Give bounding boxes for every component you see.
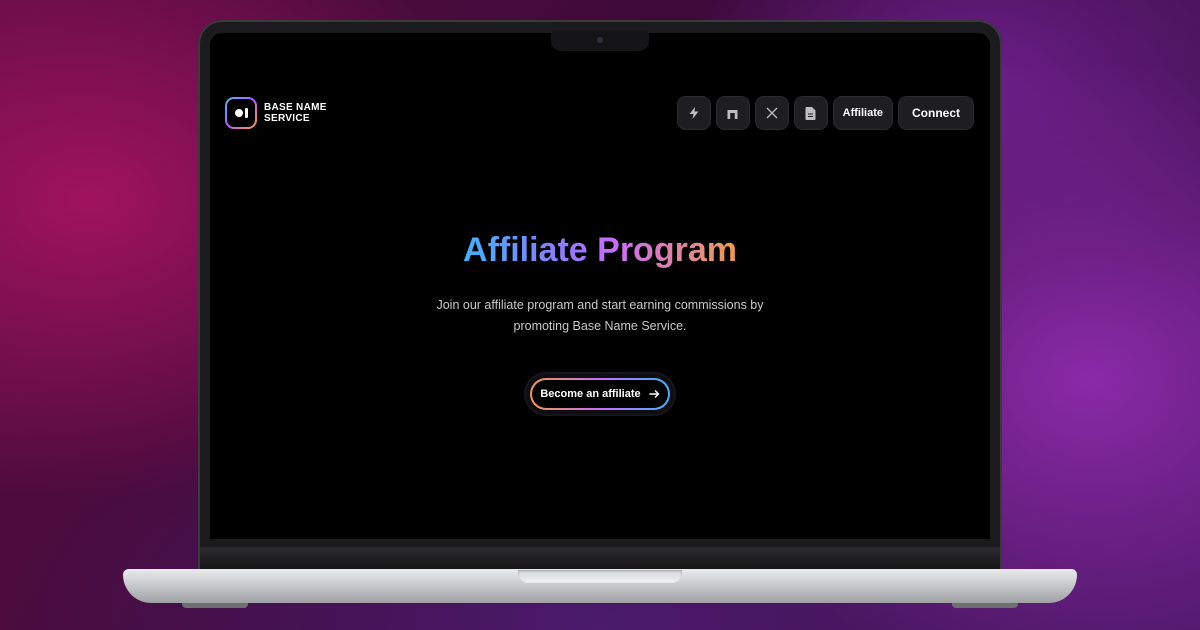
hero-title-text: Affiliate Program (463, 231, 737, 269)
cta-label: Become an affiliate (540, 388, 641, 400)
laptop-mockup: BASE NAME SERVICE Affiliate Connect Affi… (0, 0, 1200, 630)
camera-icon (597, 37, 603, 43)
arch-button[interactable] (715, 96, 750, 130)
arrow-right-icon (649, 390, 660, 398)
document-button[interactable] (793, 96, 828, 130)
laptop-foot-right (952, 603, 1018, 608)
laptop-screen: BASE NAME SERVICE Affiliate Connect Affi… (210, 33, 990, 539)
hero-subtitle: Join our affiliate program and start ear… (436, 298, 764, 333)
hero-title: Affiliate Program (210, 231, 990, 270)
laptop-foot-left (182, 603, 248, 608)
arch-icon (727, 109, 738, 119)
brand-name-line2: SERVICE (264, 113, 310, 124)
lightning-button[interactable] (676, 96, 711, 130)
brand-name-line1: BASE NAME (264, 102, 327, 113)
lightning-icon (689, 107, 699, 119)
x-icon (766, 107, 778, 119)
brand-name: BASE NAME SERVICE (264, 102, 327, 124)
top-nav: Affiliate Connect (676, 96, 974, 130)
x-button[interactable] (754, 96, 789, 130)
logo-mark-icon (225, 97, 257, 129)
laptop-base-notch (518, 570, 682, 583)
document-icon (805, 106, 816, 120)
connect-button[interactable]: Connect (898, 96, 974, 130)
affiliate-link[interactable]: Affiliate (832, 96, 893, 130)
cta-halo: Become an affiliate (526, 374, 674, 414)
become-affiliate-button[interactable]: Become an affiliate (530, 378, 670, 410)
brand-logo[interactable]: BASE NAME SERVICE (225, 97, 327, 129)
